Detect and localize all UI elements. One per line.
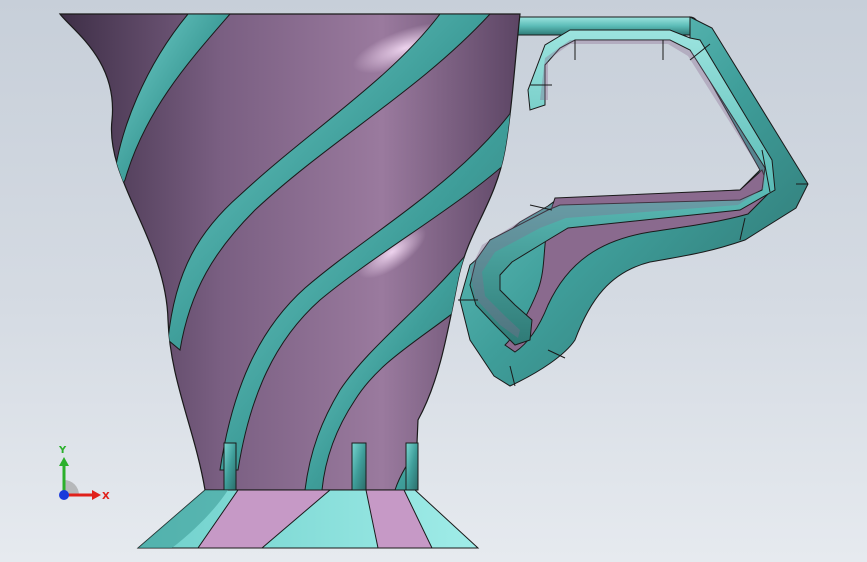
vase-body-surface[interactable] — [58, 13, 521, 491]
vase-base[interactable] — [136, 489, 480, 549]
vase-body[interactable] — [58, 12, 521, 491]
triad-z-axis — [59, 490, 69, 500]
triad-y-label: Y — [58, 445, 67, 456]
triad-x-label: X — [102, 491, 110, 502]
support-pin-1 — [223, 442, 237, 491]
reference-triad: Y X — [52, 442, 112, 508]
triad-y-arrow — [59, 457, 69, 466]
support-pin-2 — [351, 442, 367, 491]
triad-x-arrow — [92, 490, 101, 500]
support-pin-3 — [405, 442, 419, 491]
model-viewport[interactable] — [0, 0, 867, 562]
